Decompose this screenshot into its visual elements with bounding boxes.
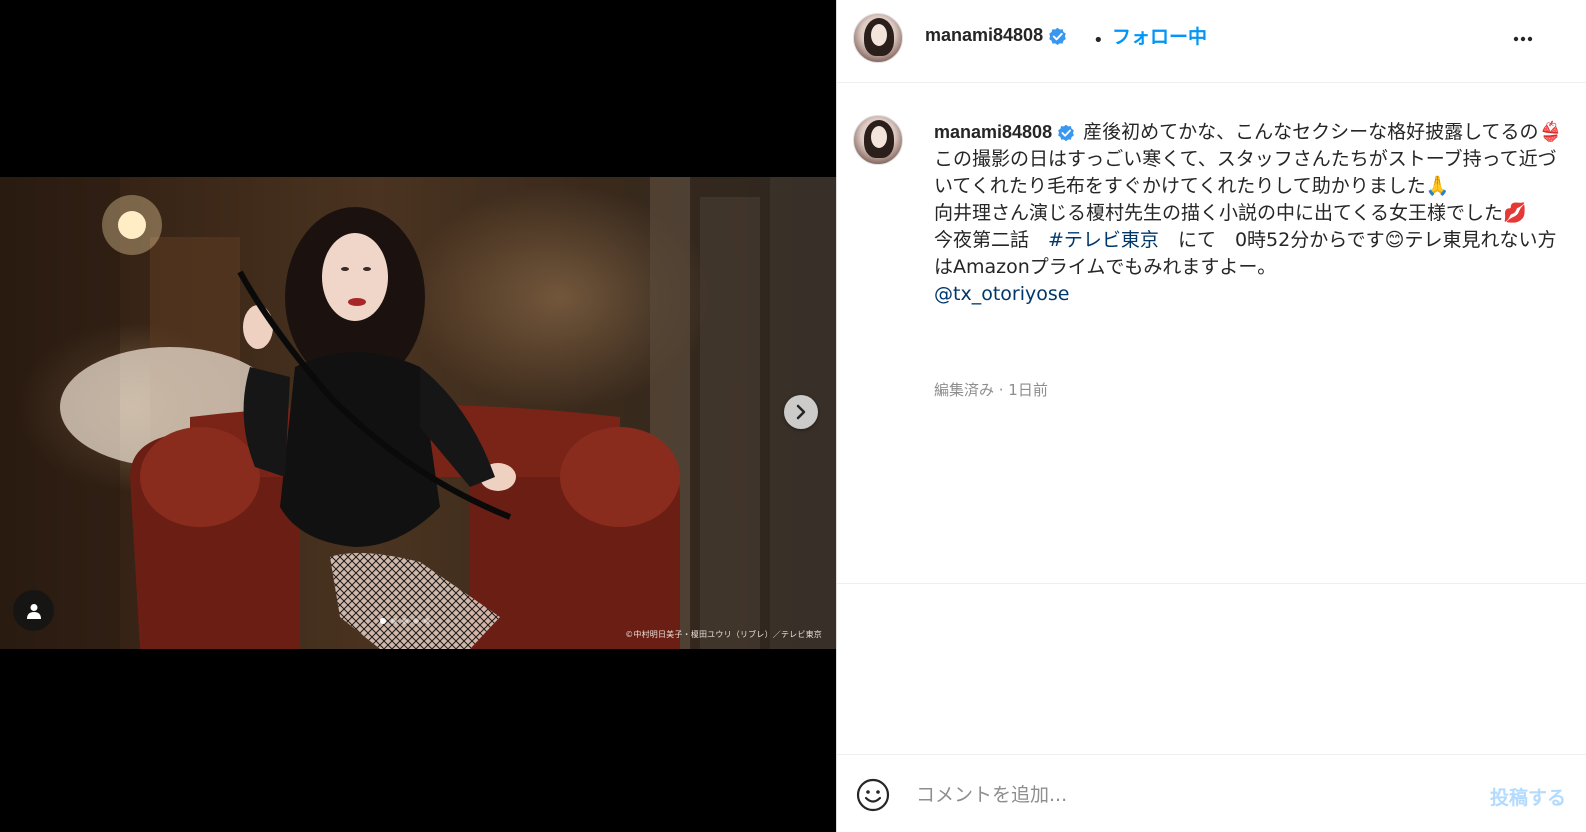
- carousel-indicator: [380, 618, 430, 624]
- verified-badge-icon: [1049, 27, 1066, 45]
- caption-line-2: 向井理さん演じる榎村先生の描く小説の中に出てくる女王様でした💋: [934, 202, 1527, 224]
- comment-bar: 投稿する: [837, 754, 1586, 832]
- carousel-dot: [424, 618, 430, 624]
- following-button[interactable]: フォロー中: [1112, 22, 1207, 49]
- carousel-dot: [413, 618, 419, 624]
- caption-line-3-start: 今夜第二話: [934, 229, 1049, 251]
- photo-illustration: [0, 177, 836, 649]
- header-separator: •: [1093, 30, 1104, 51]
- post-header: manami84808 • フォロー中: [837, 0, 1586, 83]
- post-media-area: ©中村明日美子・榎田ユウリ（リブレ）／テレビ東京: [0, 0, 836, 832]
- carousel-dot: [402, 618, 408, 624]
- header-username[interactable]: manami84808: [925, 25, 1067, 46]
- caption-text: manami84808 産後初めてかな、こんなセクシーな格好披露してるの👙この撮…: [934, 119, 1564, 308]
- chevron-right-icon: [796, 404, 806, 420]
- caption-avatar[interactable]: [853, 115, 903, 165]
- section-divider: [837, 583, 1586, 584]
- post-photo[interactable]: ©中村明日美子・榎田ユウリ（リブレ）／テレビ東京: [0, 177, 836, 649]
- carousel-dot-active: [380, 618, 386, 624]
- emoji-icon[interactable]: [855, 777, 891, 813]
- caption-username[interactable]: manami84808: [934, 122, 1052, 142]
- comment-input[interactable]: [914, 777, 1448, 813]
- next-slide-button[interactable]: [784, 395, 818, 429]
- avatar[interactable]: [853, 13, 903, 63]
- post-meta: 編集済み · 1日前: [934, 381, 1048, 399]
- hashtag-link[interactable]: #テレビ東京: [1048, 229, 1159, 251]
- post-side-panel: manami84808 • フォロー中 manami84808 産後初めてかな、…: [836, 0, 1586, 832]
- verified-badge-icon: [1058, 124, 1074, 141]
- tagged-users-button[interactable]: [13, 590, 54, 631]
- user-tag-icon: [26, 603, 41, 619]
- caption-section: manami84808 産後初めてかな、こんなセクシーな格好披露してるの👙この撮…: [837, 83, 1586, 583]
- carousel-dot: [391, 618, 397, 624]
- photo-credit: ©中村明日美子・榎田ユウリ（リブレ）／テレビ東京: [625, 630, 822, 639]
- more-horizontal-icon[interactable]: [1508, 24, 1538, 54]
- post-comment-button[interactable]: 投稿する: [1490, 783, 1566, 810]
- mention-link[interactable]: @tx_otoriyose: [934, 283, 1069, 305]
